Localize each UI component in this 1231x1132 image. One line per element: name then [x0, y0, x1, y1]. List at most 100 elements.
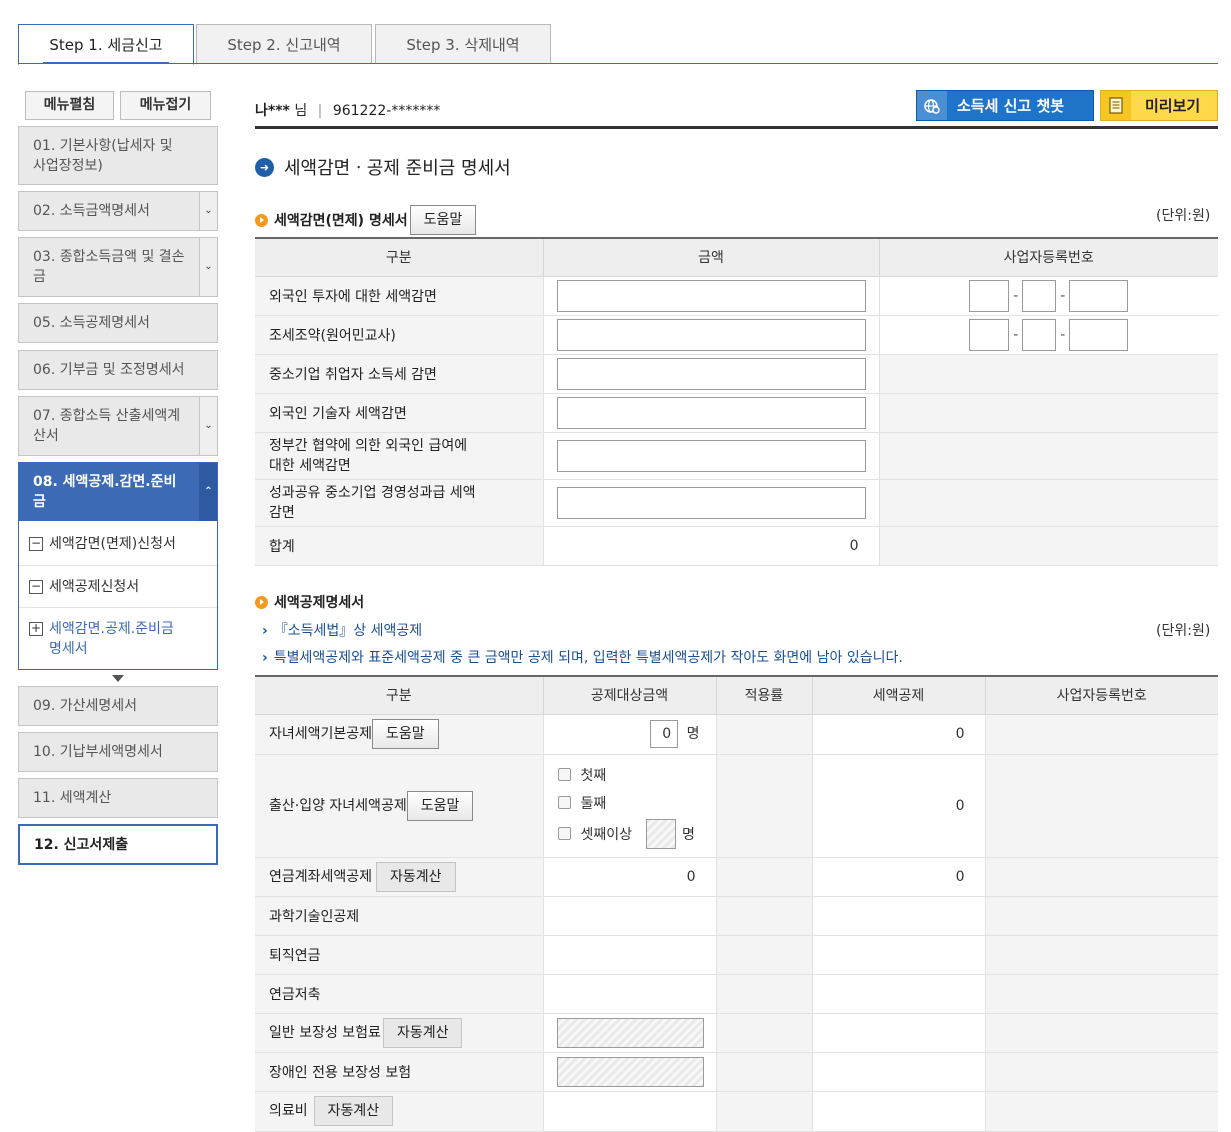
birth-credit-value: 0	[811, 754, 985, 858]
col-header-category: 구분	[255, 676, 543, 715]
child-help-button[interactable]: 도움말	[372, 719, 439, 749]
amount-input[interactable]	[556, 357, 866, 390]
insurance-amount-input	[556, 1017, 704, 1048]
subitem-reduction-statement[interactable]: + 세액감면.공제.준비금 명세서	[19, 608, 217, 668]
subitem-label: 세액감면.공제.준비금 명세서	[49, 621, 174, 657]
amount-input[interactable]	[556, 486, 866, 519]
biz-number-empty	[984, 974, 1218, 1014]
biz-number-empty	[878, 479, 1218, 527]
amount-input[interactable]	[556, 279, 866, 312]
sidebar-item-submit[interactable]: 12. 신고서제출	[18, 824, 218, 865]
table-row: 일반 보장성 보험료 자동계산	[255, 1013, 1218, 1053]
sidebar-item-label: 10. 기납부세액명세서	[33, 744, 163, 760]
chevron-down-icon[interactable]: ⌄	[199, 238, 217, 296]
amount-input[interactable]	[556, 396, 866, 429]
row-medical: 의료비 자동계산	[255, 1091, 543, 1132]
pension-auto-calc-button[interactable]: 자동계산	[376, 861, 456, 892]
col-header-target-amount: 공제대상금액	[542, 676, 716, 715]
chevron-down-icon[interactable]: ⌄	[199, 397, 217, 455]
sidebar-item-penalty[interactable]: 09. 가산세명세서	[18, 686, 218, 726]
biz-number-part1[interactable]	[969, 318, 1010, 351]
sidebar-item-total-income[interactable]: 03. 종합소득금액 및 결손 금 ⌄	[18, 237, 218, 297]
birth-option-first[interactable]: 첫째	[557, 761, 716, 789]
biz-number-part3[interactable]	[1069, 318, 1129, 351]
biz-dash: -	[1013, 326, 1019, 343]
tab-step1[interactable]: Step 1. 세금신고	[18, 24, 194, 65]
subitem-tax-reduction-application[interactable]: − 세액감면(면제)신청서	[19, 521, 217, 566]
biz-number-empty	[984, 935, 1218, 975]
row-label: 조세조약(원어민교사)	[255, 315, 543, 355]
section1-help-button[interactable]: 도움말	[409, 205, 477, 235]
sidebar-item-prepaid-tax[interactable]: 10. 기납부세액명세서	[18, 732, 218, 772]
table-row: 의료비 자동계산	[255, 1091, 1218, 1132]
table-row: 외국인 투자에 대한 세액감면 - -	[255, 276, 1218, 316]
minus-box-icon: −	[29, 536, 43, 551]
section1-unit: (단위:원)	[1156, 208, 1211, 224]
subitem-label: 세액감면(면제)신청서	[49, 536, 176, 552]
minus-box-icon: −	[29, 579, 43, 594]
pension-amount-value: 0	[542, 857, 716, 897]
table-row: 외국인 기술자 세액감면	[255, 393, 1218, 433]
chevron-down-icon[interactable]: ⌄	[199, 192, 217, 230]
insurance-auto-calc-button[interactable]: 자동계산	[382, 1017, 463, 1048]
menu-collapse-button[interactable]: 메뉴접기	[120, 91, 211, 120]
medical-auto-calc-button[interactable]: 자동계산	[313, 1096, 394, 1126]
col-header-rate: 적용률	[715, 676, 812, 715]
preview-button[interactable]: 미리보기	[1100, 90, 1218, 121]
sidebar-item-tax-credit[interactable]: 08. 세액공제.감면.준비 금 ⌃	[18, 462, 218, 522]
birth-option-third[interactable]: 셋째이상 명	[557, 817, 716, 851]
subitem-tax-credit-application[interactable]: − 세액공제신청서	[19, 566, 217, 608]
sidebar-item-calculated-tax[interactable]: 07. 종합소득 산출세액계 산서 ⌄	[18, 396, 218, 456]
note-income-tax-law: › 『소득세법』상 세액공제	[262, 620, 422, 640]
header-divider	[255, 126, 1218, 129]
biz-number-part2[interactable]	[1022, 318, 1057, 351]
rate-cell	[715, 1091, 812, 1132]
biz-dash: -	[1060, 287, 1066, 304]
sidebar-item-donation[interactable]: 06. 기부금 및 조정명세서	[18, 350, 218, 390]
amount-input[interactable]	[556, 439, 866, 472]
biz-number-part3[interactable]	[1069, 279, 1129, 312]
credit-cell	[811, 1013, 985, 1053]
row-label: 연금계좌세액공제	[269, 868, 373, 885]
sidebar-item-basic-info[interactable]: 01. 기본사항(납세자 및 사업장정보)	[18, 126, 218, 185]
child-count-input[interactable]: 0	[650, 720, 679, 748]
row-label: 퇴직연금	[255, 935, 543, 975]
biz-number-part2[interactable]	[1022, 279, 1057, 312]
note2-text: 특별세액공제와 표준세액공제 중 큰 금액만 공제 되며, 입력한 특별세액공제…	[273, 650, 903, 666]
menu-expand-button[interactable]: 메뉴펼침	[25, 91, 114, 120]
checkbox[interactable]	[557, 796, 571, 809]
biz-number-empty	[984, 1013, 1218, 1053]
sidebar-item-income-amount[interactable]: 02. 소득금액명세서 ⌄	[18, 191, 218, 231]
col-header-amount: 금액	[542, 238, 879, 277]
birth-help-button[interactable]: 도움말	[406, 790, 474, 821]
count-unit: 명	[686, 726, 700, 742]
amount-input[interactable]	[556, 318, 866, 351]
col-header-category: 구분	[255, 238, 543, 277]
chatbot-button[interactable]: 소득세 신고 챗봇	[916, 90, 1094, 121]
plus-box-icon: +	[29, 621, 43, 636]
caret-down-icon	[112, 675, 124, 682]
sidebar-item-tax-calc[interactable]: 11. 세액계산	[18, 778, 218, 818]
tab-step3[interactable]: Step 3. 삭제내역	[375, 24, 551, 64]
rate-cell	[715, 1013, 812, 1053]
checkbox[interactable]	[557, 827, 571, 840]
sidebar-item-label: 11. 세액계산	[33, 790, 112, 806]
biz-number-empty	[984, 1091, 1218, 1132]
row-insurance: 일반 보장성 보험료 자동계산	[255, 1013, 543, 1053]
checkbox[interactable]	[557, 768, 571, 781]
biz-number-empty	[878, 432, 1218, 480]
sidebar-item-label: 06. 기부금 및 조정명세서	[33, 362, 185, 378]
chevron-up-icon[interactable]: ⌃	[199, 463, 217, 521]
amount-cell	[542, 935, 716, 975]
tab-step2[interactable]: Step 2. 신고내역	[196, 24, 372, 64]
birth-option-second[interactable]: 둘째	[557, 789, 716, 817]
biz-number-part1[interactable]	[969, 279, 1010, 312]
rate-cell	[715, 857, 812, 897]
rate-cell	[715, 974, 812, 1014]
sidebar-item-income-deduction[interactable]: 05. 소득공제명세서	[18, 303, 218, 343]
section2-title: 세액공제명세서	[255, 592, 364, 612]
chevron-right-icon: ›	[262, 650, 268, 666]
document-icon	[1101, 91, 1131, 120]
table-row: 출산·입양 자녀세액공제 도움말 첫째 둘째 셋째이상 명 0	[255, 754, 1218, 858]
biz-number-empty	[878, 526, 1218, 566]
